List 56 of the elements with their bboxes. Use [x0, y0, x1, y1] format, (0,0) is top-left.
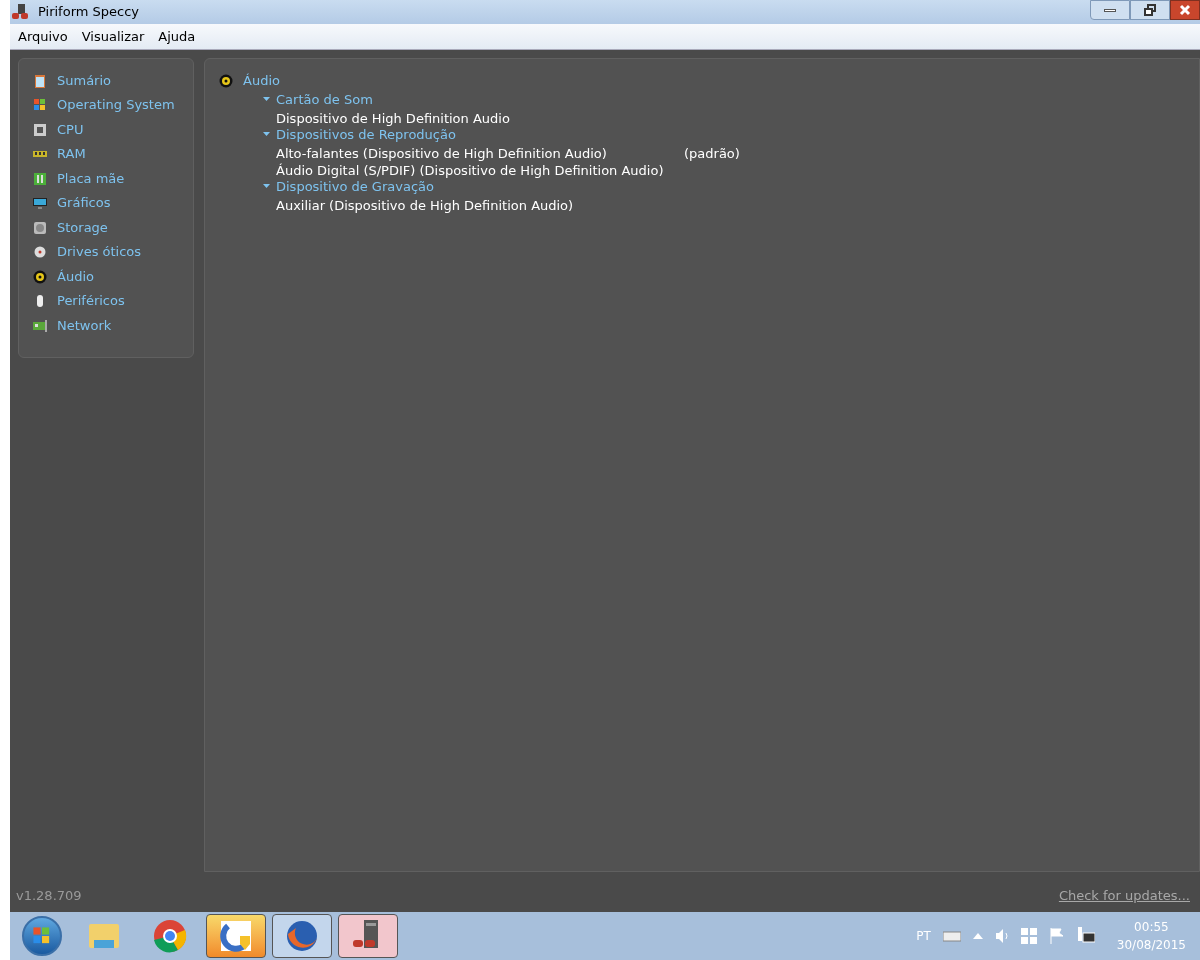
device-name: Dispositivo de High Definition Audio	[276, 109, 511, 126]
sidebar-item[interactable]: Storage	[33, 218, 193, 237]
start-button[interactable]	[22, 916, 62, 956]
motherboard-icon	[33, 171, 47, 186]
window-title: Piriform Speccy	[38, 3, 140, 22]
windows-logo-icon	[32, 926, 52, 946]
chip-icon	[33, 122, 47, 137]
windows-logo-icon	[33, 98, 47, 112]
sidebar-item[interactable]: Periféricos	[33, 291, 193, 311]
menu-item[interactable]: Visualizar	[81, 26, 145, 47]
taskbar-app-button[interactable]	[272, 914, 332, 958]
minimize-icon	[1104, 8, 1116, 12]
taskbar-app-button[interactable]	[206, 914, 266, 958]
restore-icon	[1144, 4, 1156, 16]
hard-drive-icon	[33, 220, 47, 235]
close-icon	[1179, 4, 1191, 16]
sidebar-item[interactable]: RAM	[33, 144, 193, 164]
network-monitor-icon[interactable]	[1076, 927, 1095, 945]
network-card-icon	[33, 318, 47, 333]
check-updates-link[interactable]: Check for updates...	[1058, 886, 1190, 906]
clipboard-icon	[33, 73, 47, 88]
monitor-icon	[33, 196, 47, 210]
device-name: Auxiliar (Dispositivo de High Definition Audio)	[276, 196, 575, 213]
sidebar-item[interactable]: Placa mãe	[33, 169, 193, 188]
expanded-caret-icon[interactable]	[263, 132, 270, 137]
restore-button[interactable]	[1130, 0, 1170, 20]
device-name: Áudio Digital (S/PDIF) (Dispositivo de High Definition Audio)	[276, 161, 665, 178]
menu-item[interactable]: Ajuda	[158, 26, 196, 47]
expanded-caret-icon[interactable]	[263, 97, 270, 102]
sidebar-item[interactable]: Sumário	[33, 71, 193, 90]
group-heading: Cartão de Som	[276, 90, 373, 109]
taskbar-app-button[interactable]	[338, 914, 398, 958]
browser-logo-icon	[152, 918, 188, 954]
fox-globe-icon	[284, 918, 320, 954]
sidebar-item[interactable]: Network	[33, 316, 193, 335]
keyboard-icon[interactable]	[942, 930, 961, 942]
group-heading: Dispositivo de Gravação	[276, 178, 434, 196]
close-button[interactable]	[1170, 0, 1200, 20]
minimize-button[interactable]	[1090, 0, 1130, 20]
default-note: (padrão)	[684, 144, 740, 161]
speaker-icon	[219, 73, 233, 88]
sidebar-item[interactable]: Drives óticos	[33, 242, 193, 262]
speccy-logo-icon	[12, 4, 30, 20]
shield-app-icon	[218, 918, 254, 954]
disc-icon	[33, 245, 47, 259]
menu-item[interactable]: Arquivo	[18, 26, 68, 47]
sidebar-item[interactable]: Operating System	[33, 95, 193, 115]
section-title: Áudio	[243, 72, 280, 90]
version-label: v1.28.709	[16, 887, 82, 906]
sidebar-item[interactable]: Gráficos	[33, 193, 193, 213]
device-name: Alto-falantes (Dispositivo de High Definition Audio)	[276, 144, 608, 161]
sidebar-item[interactable]: CPU	[33, 120, 193, 139]
group-heading: Dispositivos de Reprodução	[276, 126, 456, 144]
expanded-caret-icon[interactable]	[263, 184, 270, 189]
sidebar-item[interactable]: Áudio	[33, 267, 193, 286]
speaker-icon	[33, 269, 47, 284]
